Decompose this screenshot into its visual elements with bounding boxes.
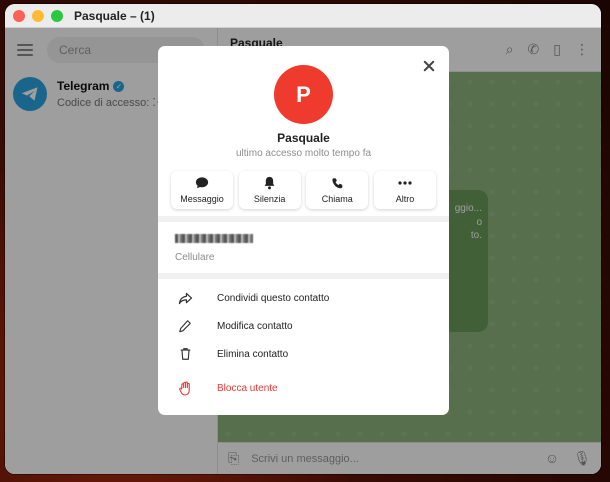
edit-contact-label: Modifica contatto	[217, 320, 293, 332]
trash-icon	[177, 346, 193, 362]
phone-label: Cellulare	[175, 252, 215, 263]
divider	[158, 273, 449, 279]
block-user-label: Blocca utente	[217, 382, 278, 394]
call-button-label: Chiama	[321, 194, 353, 204]
phone-number	[175, 234, 432, 246]
action-buttons: Messaggio Silenzia Chiama Altro	[171, 171, 436, 209]
contact-info-dialog: P Pasquale ultimo accesso molto tempo fa…	[158, 46, 449, 415]
edit-contact-item[interactable]: Modifica contatto	[158, 312, 449, 340]
share-contact-label: Condividi questo contatto	[217, 292, 330, 304]
phone-icon	[331, 176, 344, 190]
close-window-button[interactable]	[13, 9, 25, 22]
message-button-label: Messaggio	[180, 194, 224, 204]
title-bar: Pasquale – (1)	[5, 4, 601, 28]
delete-contact-item[interactable]: Elimina contatto	[158, 340, 449, 368]
window-title: Pasquale – (1)	[74, 8, 155, 23]
phone-number-row[interactable]: Cellulare	[158, 222, 449, 273]
mute-button-label: Silenzia	[253, 194, 286, 204]
bell-icon	[263, 176, 276, 190]
close-icon[interactable]	[421, 58, 437, 74]
message-icon	[195, 176, 209, 190]
share-icon	[177, 290, 193, 306]
minimize-window-button[interactable]	[32, 9, 44, 22]
more-icon	[398, 176, 412, 190]
call-button[interactable]: Chiama	[306, 171, 369, 209]
delete-contact-label: Elimina contatto	[217, 348, 289, 360]
hand-icon	[177, 380, 193, 396]
last-seen-status: ultimo accesso molto tempo fa	[235, 148, 372, 159]
block-user-item[interactable]: Blocca utente	[158, 374, 449, 402]
contact-actions-menu: Condividi questo contatto Modifica conta…	[158, 284, 449, 402]
share-contact-item[interactable]: Condividi questo contatto	[158, 284, 449, 312]
avatar[interactable]: P	[274, 65, 333, 124]
more-button[interactable]: Altro	[373, 171, 436, 209]
message-button[interactable]: Messaggio	[171, 171, 233, 209]
zoom-window-button[interactable]	[51, 9, 63, 22]
contact-name: Pasquale	[277, 131, 330, 145]
more-button-label: Altro	[395, 194, 415, 204]
pencil-icon	[177, 318, 193, 334]
mute-button[interactable]: Silenzia	[238, 171, 301, 209]
